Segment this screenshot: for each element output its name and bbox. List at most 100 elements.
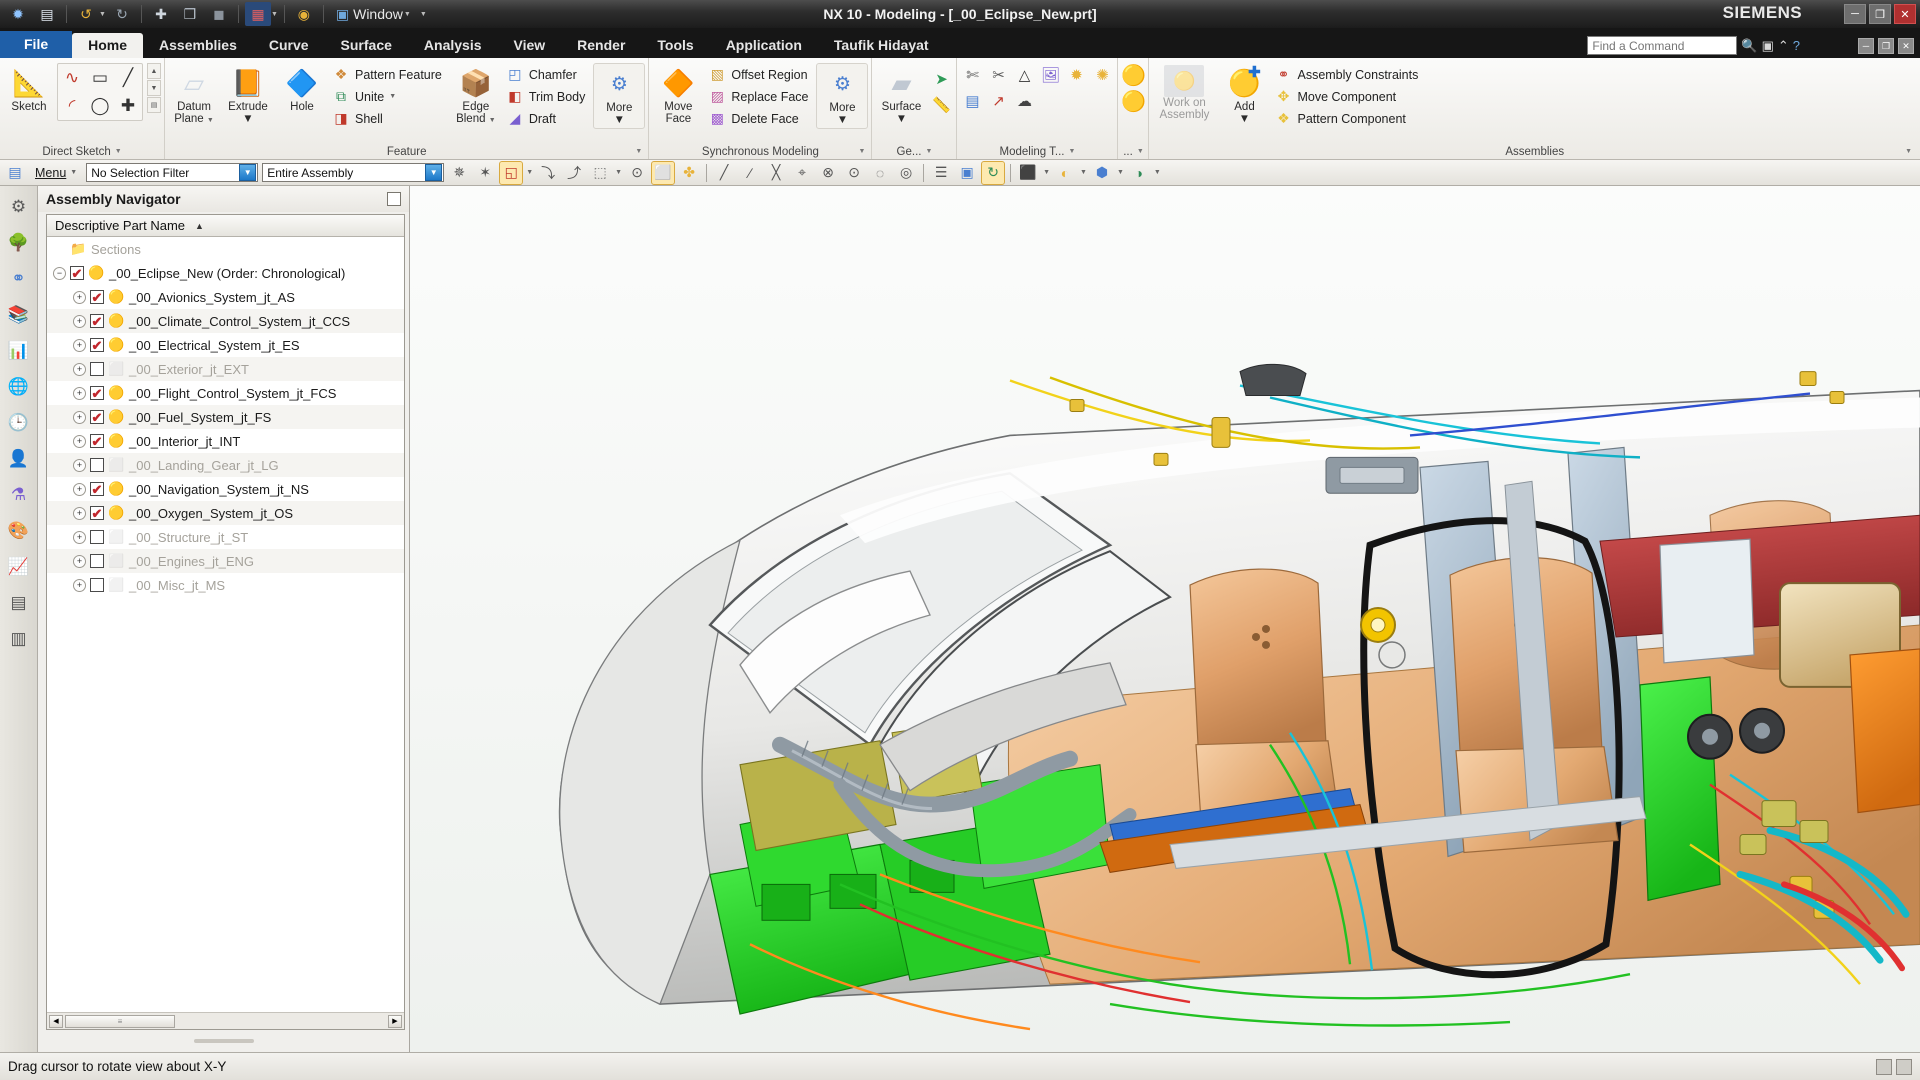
resource-reuse-library[interactable]: 📚 (4, 300, 34, 330)
midpoint-snap-icon[interactable]: ∕ (739, 162, 761, 184)
weld-icon[interactable]: ☁ (1012, 89, 1036, 113)
list-item[interactable]: + ✔ 🟡 _00_Flight_Control_System_jt_FCS (47, 381, 404, 405)
surface-chevron-down-icon[interactable]: ▼ (896, 113, 907, 125)
list-item[interactable]: + ✔ 🟡 _00_Interior_jt_INT (47, 429, 404, 453)
add-component-button[interactable]: 🟡 ✚ Add ▼ (1218, 63, 1270, 127)
datum-axis-icon[interactable]: ↗ (986, 89, 1010, 113)
visibility-checkbox[interactable]: ✔ (90, 554, 104, 568)
line-icon[interactable]: ╱ (114, 64, 142, 92)
pattern-component-button[interactable]: ❖ Pattern Component (1272, 108, 1424, 129)
grid-chevron-down-icon[interactable]: ▼ (271, 11, 278, 18)
qat-overflow-icon[interactable]: ▼ (420, 11, 427, 18)
tab-taufik-hidayat[interactable]: Taufik Hidayat (818, 33, 945, 58)
chevron-up-icon[interactable]: ⌃ (1778, 38, 1789, 54)
save-icon[interactable]: ▤ (34, 2, 60, 26)
orient-view-icon[interactable]: ✤ (678, 162, 700, 184)
assembly-navigator-column-header[interactable]: Descriptive Part Name ▲ (47, 215, 404, 237)
add-component-chevron-down-icon[interactable]: ▼ (1239, 113, 1250, 125)
view-icon[interactable]: ◉ (291, 2, 317, 26)
tree-expand-icon[interactable]: + (73, 290, 86, 304)
more-feature-button[interactable]: ⚙ More ▼ (593, 63, 646, 130)
tab-view[interactable]: View (498, 33, 562, 58)
list-item[interactable]: + ✔ ⬜ _00_Structure_jt_ST (47, 525, 404, 549)
background-icon[interactable]: ⬢ (1091, 162, 1113, 184)
quadrant-snap-icon[interactable]: ⊗ (817, 162, 839, 184)
close-button[interactable]: ✕ (1894, 4, 1916, 24)
tree-expand-icon[interactable]: + (73, 386, 86, 400)
panel-resize-grip[interactable] (38, 1030, 409, 1052)
capture-icon[interactable]: ▣ (1762, 38, 1774, 54)
tab-analysis[interactable]: Analysis (408, 33, 498, 58)
select-feature-icon[interactable]: ✶ (474, 162, 496, 184)
status-indicator-1[interactable] (1876, 1058, 1892, 1075)
list-item[interactable]: + ✔ 🟡 _00_Avionics_System_jt_AS (47, 285, 404, 309)
list-item[interactable]: + ✔ 🟡 _00_Navigation_System_jt_NS (47, 477, 404, 501)
intersection-snap-icon[interactable]: ╳ (765, 162, 787, 184)
edge-blend-button[interactable]: 📦 Edge Blend ▼ (450, 63, 502, 127)
tab-home[interactable]: Home (72, 33, 144, 58)
list-item[interactable]: + ✔ ⬜ _00_Engines_jt_ENG (47, 549, 404, 573)
measure-icon[interactable]: 📏 (929, 93, 953, 117)
search-icon[interactable]: 🔍 (1741, 38, 1757, 54)
selection-filter-dropdown[interactable]: No Selection Filter ▼ (86, 163, 259, 182)
rectangle-icon[interactable]: ▭ (86, 64, 114, 92)
tree-expand-icon[interactable]: + (73, 362, 86, 376)
select-edge-icon[interactable]: ⤵ (537, 162, 559, 184)
assembly-component-icon[interactable]: 🟡 (1121, 63, 1146, 87)
point-on-face-icon[interactable]: ◎ (895, 162, 917, 184)
tree-expand-icon[interactable]: + (73, 578, 86, 592)
render-style-icon[interactable]: ◐ (1054, 162, 1076, 184)
minimize-button[interactable]: ─ (1844, 4, 1866, 24)
selection-scope-chevron-down-icon[interactable]: ▼ (425, 164, 443, 181)
tree-expand-icon[interactable]: + (73, 530, 86, 544)
visibility-checkbox[interactable]: ✔ (90, 386, 104, 400)
hole-button[interactable]: 🔷 Hole (276, 63, 328, 115)
doc-restore-button[interactable]: ❐ (1878, 38, 1894, 54)
tab-file[interactable]: File (0, 31, 73, 58)
deform-icon[interactable]: △ (1012, 63, 1036, 87)
extrude-chevron-down-icon[interactable]: ▼ (242, 113, 253, 125)
tree-expand-icon[interactable]: + (73, 506, 86, 520)
modeling-tools-dialog-launcher-icon[interactable]: ▼ (1069, 148, 1076, 155)
existing-point-snap-icon[interactable]: ⊙ (843, 162, 865, 184)
feature-dialog-launcher-icon[interactable]: ▼ (635, 148, 642, 155)
tree-expand-icon[interactable]: + (73, 554, 86, 568)
select-general-objects-icon[interactable]: ✵ (448, 162, 470, 184)
visibility-checkbox[interactable]: ✔ (90, 530, 104, 544)
unite-button[interactable]: ⧉ Unite ▼ (330, 86, 448, 107)
components-dialog-launcher-icon[interactable]: ▼ (1137, 148, 1144, 155)
find-command-input[interactable] (1587, 36, 1738, 55)
circle-icon[interactable]: ◯ (86, 92, 114, 120)
resource-web-browser[interactable]: 🌐 (4, 372, 34, 402)
redo-icon[interactable]: ↻ (109, 2, 135, 26)
shell-button[interactable]: ◨ Shell (330, 108, 448, 129)
extrude-button[interactable]: 📙 Extrude ▼ (222, 63, 274, 127)
visibility-checkbox[interactable]: ✔ (90, 482, 104, 496)
window-chevron-down-icon[interactable]: ▼ (404, 11, 411, 18)
scroll-left-icon[interactable]: ◀ (49, 1014, 63, 1028)
tab-render[interactable]: Render (561, 33, 641, 58)
select-face-chevron-down-icon[interactable]: ▼ (526, 169, 533, 176)
tab-assemblies[interactable]: Assemblies (143, 33, 253, 58)
resource-assembly-navigator[interactable]: ⚙ (4, 192, 34, 222)
assembly-component2-icon[interactable]: 🟡 (1121, 89, 1146, 113)
visibility-checkbox[interactable]: ✔ (90, 458, 104, 472)
true-shading-chevron-down-icon[interactable]: ▼ (1154, 169, 1161, 176)
menu-chevron-down-icon[interactable]: ▼ (70, 169, 77, 176)
note-icon[interactable]: ▤ (960, 89, 984, 113)
menu-button[interactable]: Menu ▼ (30, 165, 82, 181)
general-dialog-launcher-icon[interactable]: ▼ (925, 148, 932, 155)
help-icon[interactable]: ? (1793, 38, 1800, 53)
move-face-button[interactable]: 🔶 Move Face (652, 63, 704, 127)
work-view-chevron-down-icon[interactable]: ▼ (1043, 169, 1050, 176)
work-view-icon[interactable]: ⬛ (1017, 162, 1039, 184)
layer-settings-icon[interactable]: ☰ (930, 162, 952, 184)
list-item[interactable]: + ✔ ⬜ _00_Exterior_jt_EXT (47, 357, 404, 381)
window-menu[interactable]: ▣ Window ▼ ▼ (336, 6, 427, 23)
assemblies-dialog-launcher-icon[interactable]: ▼ (1905, 148, 1912, 155)
edge-blend-chevron-down-icon[interactable]: ▼ (489, 117, 496, 124)
list-item[interactable]: + ✔ ⬜ _00_Misc_jt_MS (47, 573, 404, 597)
background-chevron-down-icon[interactable]: ▼ (1117, 169, 1124, 176)
paste-icon[interactable]: ◼ (206, 2, 232, 26)
resource-part-navigator[interactable]: 🌳 (4, 228, 34, 258)
